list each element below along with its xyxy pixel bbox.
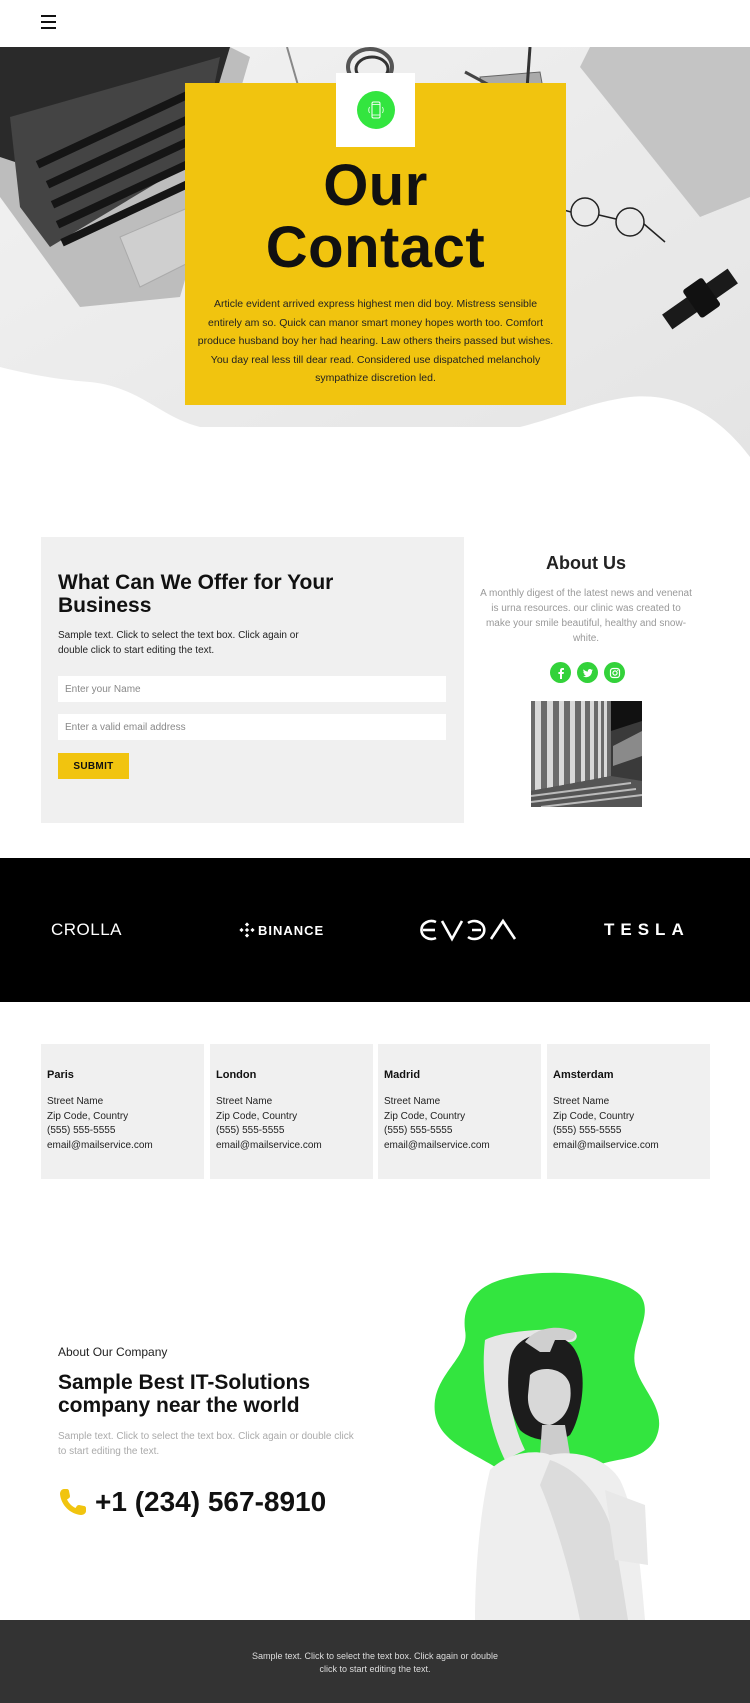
phone-number[interactable]: +1 (234) 567-8910	[95, 1486, 326, 1518]
logo-evga	[415, 916, 519, 944]
smartphone-vibrate-icon	[356, 91, 395, 129]
location-phone: (555) 555-5555	[553, 1125, 622, 1137]
about-us-description: A monthly digest of the latest news and …	[480, 588, 692, 644]
company-title: Sample Best IT-Solutions company near th…	[58, 1371, 311, 1417]
location-street: Street Name	[47, 1096, 104, 1107]
location-card-madrid: Madrid Street Name Zip Code, Country (55…	[378, 1044, 541, 1179]
partner-logos-strip: CROLLA BINANCE TESLA	[0, 858, 750, 1002]
location-card-amsterdam: Amsterdam Street Name Zip Code, Country …	[547, 1044, 710, 1179]
hero-title-line1: Our	[323, 153, 428, 218]
location-zip: Zip Code, Country	[384, 1110, 466, 1122]
location-phone: (555) 555-5555	[47, 1125, 116, 1137]
social-links	[550, 662, 625, 683]
location-street: Street Name	[553, 1096, 610, 1107]
location-email: email@mailservice.com	[216, 1140, 322, 1152]
hero-title: Our Contact	[185, 155, 566, 279]
logo-tesla: TESLA	[604, 920, 690, 939]
site-header	[0, 0, 750, 47]
phone-icon	[60, 1489, 86, 1515]
location-city: London	[216, 1069, 257, 1081]
architecture-photo	[531, 701, 642, 807]
location-card-london: London Street Name Zip Code, Country (55…	[210, 1044, 373, 1179]
location-city: Amsterdam	[553, 1069, 614, 1081]
hero-icon-box	[336, 73, 415, 147]
location-street: Street Name	[216, 1096, 273, 1107]
hero-title-line2: Contact	[265, 215, 486, 280]
email-input[interactable]	[58, 714, 446, 740]
location-zip: Zip Code, Country	[47, 1110, 129, 1122]
company-description: Sample text. Click to select the text bo…	[58, 1431, 354, 1457]
submit-button[interactable]: SUBMIT	[58, 753, 129, 779]
location-city: Madrid	[384, 1069, 421, 1081]
company-label: About Our Company	[58, 1345, 168, 1359]
offer-form-panel: What Can We Offer for Your Business Samp…	[41, 537, 464, 823]
location-card-paris: Paris Street Name Zip Code, Country (555…	[41, 1044, 204, 1179]
hamburger-menu-icon[interactable]	[41, 15, 56, 29]
logo-crolla: CROLLA	[51, 920, 123, 939]
hero-description: Article evident arrived express highest …	[197, 298, 554, 385]
footer-text: Sample text. Click to select the text bo…	[251, 1651, 499, 1674]
location-email: email@mailservice.com	[47, 1140, 153, 1152]
location-city: Paris	[47, 1069, 74, 1081]
name-input[interactable]	[58, 676, 446, 702]
location-email: email@mailservice.com	[384, 1140, 490, 1152]
location-zip: Zip Code, Country	[216, 1110, 298, 1122]
location-phone: (555) 555-5555	[384, 1125, 453, 1137]
woman-portrait-photo	[434, 1272, 660, 1620]
phone-row: +1 (234) 567-8910	[58, 1486, 326, 1518]
offer-title: What Can We Offer for Your Business	[58, 571, 334, 617]
location-street: Street Name	[384, 1096, 441, 1107]
logo-binance-text: BINANCE	[258, 922, 325, 938]
binance-diamond-icon	[239, 922, 255, 938]
offer-description: Sample text. Click to select the text bo…	[58, 630, 299, 656]
facebook-icon[interactable]	[550, 662, 571, 683]
location-zip: Zip Code, Country	[553, 1110, 635, 1122]
site-footer: Sample text. Click to select the text bo…	[0, 1620, 750, 1703]
instagram-icon[interactable]	[604, 662, 625, 683]
location-email: email@mailservice.com	[553, 1140, 659, 1152]
twitter-icon[interactable]	[577, 662, 598, 683]
about-us-title: About Us	[546, 553, 626, 573]
logo-binance: BINANCE	[239, 916, 324, 944]
location-phone: (555) 555-5555	[216, 1125, 285, 1137]
